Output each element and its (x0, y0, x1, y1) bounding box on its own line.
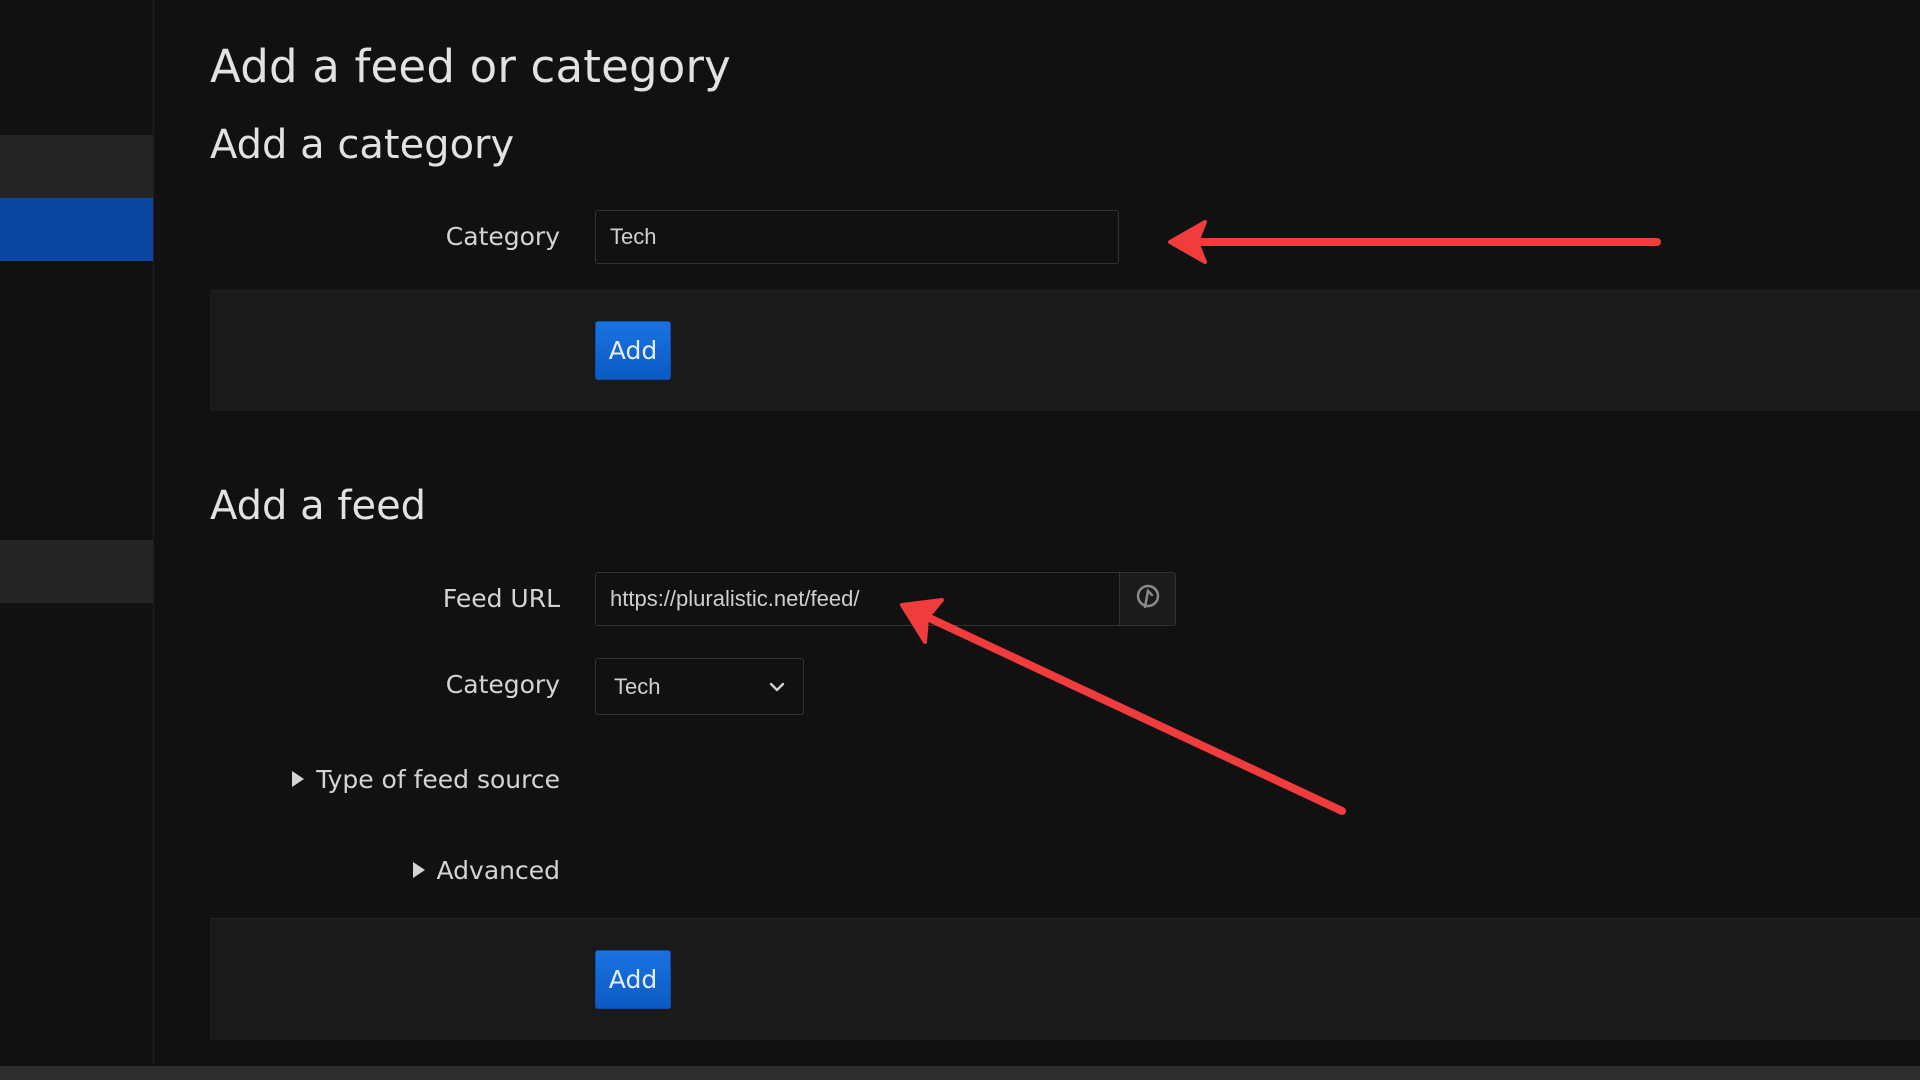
triangle-right-icon (290, 765, 306, 794)
category-section-heading: Add a category (210, 122, 515, 168)
page: Add a feed or category Add a category Ca… (0, 0, 1920, 1080)
feed-section-heading: Add a feed (210, 483, 427, 529)
feed-url-value: https://pluralistic.net/feed/ (610, 586, 860, 611)
sidebar-item-active[interactable] (0, 198, 153, 261)
feed-category-select[interactable]: Tech (595, 658, 804, 715)
feed-actions-panel (210, 918, 1920, 1040)
sidebar (0, 0, 154, 1066)
feed-url-action-button[interactable] (1119, 572, 1176, 626)
chevron-down-icon (769, 681, 785, 693)
category-input[interactable]: Tech (595, 210, 1119, 264)
feed-category-label: Category (445, 670, 560, 699)
triangle-right-icon (411, 856, 427, 885)
add-category-button[interactable]: Add (595, 321, 671, 380)
category-actions-panel (210, 290, 1920, 411)
feed-url-label: Feed URL (442, 584, 560, 613)
bottom-scrollbar[interactable] (0, 1066, 1920, 1080)
sidebar-item[interactable] (0, 135, 153, 198)
pin-icon (1134, 583, 1162, 615)
type-of-feed-source-label: Type of feed source (316, 765, 560, 794)
advanced-toggle[interactable]: Advanced (411, 856, 561, 885)
arrow-to-category-input (1168, 220, 1661, 264)
page-title: Add a feed or category (210, 40, 731, 93)
type-of-feed-source-toggle[interactable]: Type of feed source (290, 765, 560, 794)
category-input-value: Tech (610, 224, 657, 249)
sidebar-item[interactable] (0, 540, 153, 603)
feed-url-input[interactable]: https://pluralistic.net/feed/ (595, 572, 1119, 626)
category-label: Category (445, 222, 560, 251)
arrow-to-feed-url (900, 598, 1346, 815)
feed-category-selected: Tech (614, 673, 661, 699)
advanced-label: Advanced (436, 856, 561, 885)
add-feed-button[interactable]: Add (595, 950, 671, 1009)
